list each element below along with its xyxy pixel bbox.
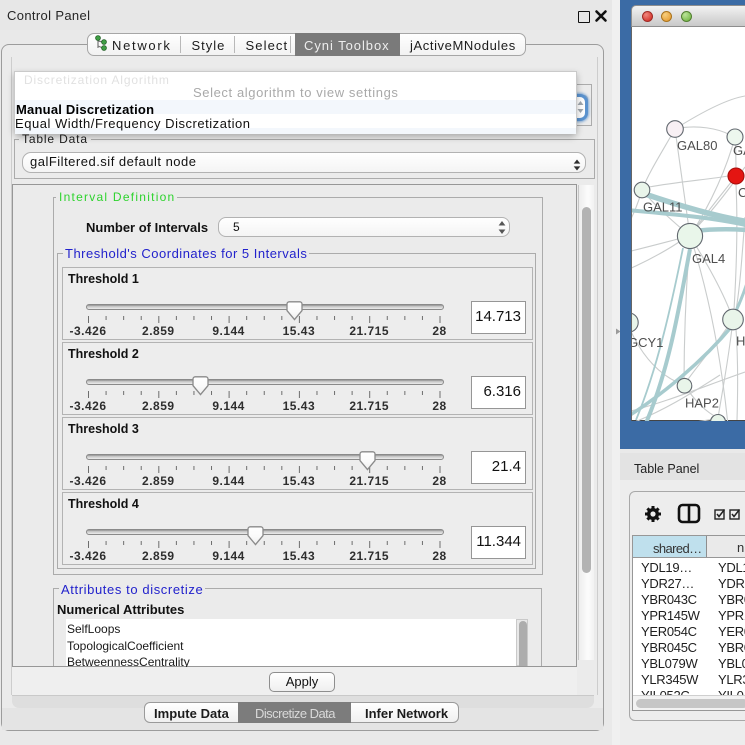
svg-text:GAL4: GAL4 bbox=[692, 251, 725, 266]
svg-text:GCY1: GCY1 bbox=[632, 335, 663, 350]
svg-text:H: H bbox=[736, 334, 745, 349]
svg-text:GAL80: GAL80 bbox=[677, 138, 717, 153]
svg-text:GA: GA bbox=[733, 143, 745, 158]
svg-text:HAP2: HAP2 bbox=[685, 396, 719, 411]
svg-text:GAL11: GAL11 bbox=[643, 200, 683, 215]
svg-text:C: C bbox=[738, 185, 745, 200]
